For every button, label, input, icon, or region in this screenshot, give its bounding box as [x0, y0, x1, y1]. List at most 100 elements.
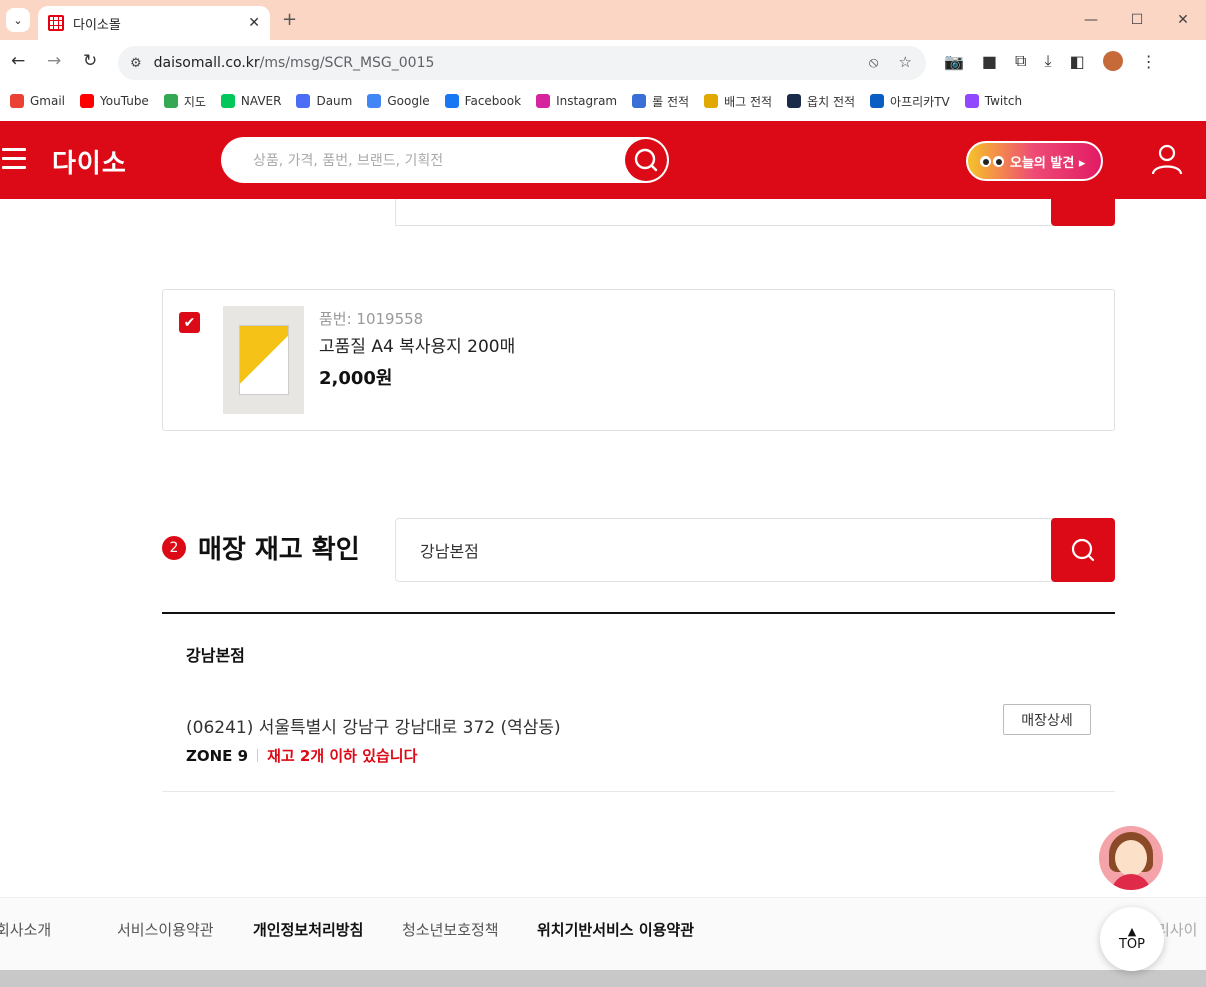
stock-section-heading: 매장 재고 확인 [198, 535, 360, 565]
bookmark-favicon-icon [10, 94, 24, 108]
bookmark-favicon-icon [787, 94, 802, 108]
store-search-value: 강남본점 [420, 542, 479, 561]
tab-close-icon[interactable]: ✕ [248, 15, 260, 31]
bookmark-item[interactable]: Facebook [444, 94, 522, 108]
bookmark-label: Facebook [464, 94, 522, 108]
bookmark-favicon-icon [367, 94, 382, 108]
bookmark-label: 아프리카TV [890, 94, 950, 109]
product-price: 2,000원 [319, 368, 393, 389]
bookmark-label: 배그 전적 [724, 94, 773, 109]
zone-separator [257, 749, 259, 762]
checkmark-icon: ✔ [183, 314, 196, 331]
bookmark-item[interactable]: 지도 [163, 93, 206, 110]
browser-tab-active[interactable]: 다이소몰 ✕ [38, 6, 270, 40]
store-search-button[interactable] [1051, 518, 1115, 582]
previous-search-button[interactable] [1051, 199, 1115, 226]
stock-section-title: 2 매장 재고 확인 [162, 529, 360, 566]
bookmark-favicon-icon [870, 94, 885, 108]
bookmark-label: Instagram [556, 94, 618, 108]
bookmark-item[interactable]: 옵치 전적 [787, 93, 855, 110]
site-header: 다이소 상품, 가격, 품번, 브랜드, 기획전 오늘의 발견 ▸ [0, 121, 1206, 199]
daiso-logo[interactable]: 다이소 [52, 143, 127, 180]
bookmark-label: 옵치 전적 [807, 94, 856, 109]
store-zone-stock: ZONE 9 재고 2개 이하 있습니다 [186, 745, 417, 766]
side-panel-icon[interactable]: ◧ [1070, 52, 1085, 71]
site-search-button[interactable] [625, 139, 667, 181]
store-search-input[interactable]: 강남본점 [395, 518, 1115, 582]
search-icon [634, 148, 658, 172]
bookmark-favicon-icon [220, 94, 235, 108]
more-menu-icon[interactable]: ⋮ [1141, 52, 1157, 71]
store-zone: ZONE 9 [186, 746, 249, 765]
extensions-puzzle-icon[interactable]: ⧉ [1015, 51, 1026, 71]
bookmark-favicon-icon [163, 94, 178, 108]
back-arrow-icon[interactable]: ← [11, 51, 25, 71]
bookmark-item[interactable]: 배그 전적 [704, 93, 772, 110]
product-name: 고품질 A4 복사용지 200매 [319, 337, 516, 357]
bookmark-label: Google [387, 94, 430, 108]
footer-link-location[interactable]: 위치기반서비스 이용약관 [537, 919, 694, 940]
footer-link-privacy[interactable]: 개인정보처리방침 [253, 919, 363, 940]
bookmark-favicon-icon [964, 94, 979, 108]
bookmark-item[interactable]: Google [367, 94, 430, 108]
footer-link-youth[interactable]: 청소년보호정책 [402, 919, 499, 940]
url-path: /ms/msg/SCR_MSG_0015 [259, 55, 435, 71]
user-account-icon[interactable] [1151, 143, 1183, 179]
bookmark-item[interactable]: YouTube [80, 94, 149, 108]
bookmark-item[interactable]: NAVER [220, 94, 282, 108]
bookmark-item[interactable]: Gmail [10, 94, 65, 108]
section-divider [162, 612, 1115, 614]
product-number: 품번: 1019558 [319, 310, 424, 328]
bookmark-favicon-icon [296, 94, 311, 108]
site-settings-icon[interactable]: ⚙ [130, 56, 142, 71]
bookmark-item[interactable]: 아프리카TV [870, 93, 950, 110]
site-search-input[interactable]: 상품, 가격, 품번, 브랜드, 기획전 [221, 137, 669, 183]
step-badge: 2 [162, 535, 186, 560]
bookmark-label: YouTube [100, 94, 149, 108]
bookmark-label: NAVER [240, 94, 282, 108]
browser-toolbar: ← → ↻ ⚙ daisomall.co.kr/ms/msg/SCR_MSG_0… [0, 40, 1206, 86]
bookmark-item[interactable]: Twitch [964, 94, 1023, 108]
scroll-top-button[interactable]: ▲ TOP [1100, 907, 1164, 971]
camera-icon[interactable]: 📷 [944, 52, 964, 71]
location-off-icon[interactable]: ⦸ [869, 53, 879, 71]
product-checkbox[interactable]: ✔ [179, 312, 200, 333]
bookmark-favicon-icon [704, 94, 719, 108]
tab-search-dropdown-button[interactable]: ⌄ [6, 8, 30, 32]
store-address: (06241) 서울특별시 강남구 강남대로 372 (역삼동) [186, 718, 561, 738]
daiso-favicon-icon [48, 15, 64, 31]
copy-paper-image [238, 325, 289, 395]
bookmark-item[interactable]: 롤 전적 [632, 93, 689, 110]
address-bar[interactable]: ⚙ daisomall.co.kr/ms/msg/SCR_MSG_0015 ⦸ … [118, 46, 926, 80]
chevron-down-icon: ⌄ [13, 13, 23, 27]
download-icon[interactable]: ⤓ [1044, 51, 1051, 71]
up-triangle-icon: ▲ [1127, 925, 1137, 938]
footer-link-company[interactable]: 회사소개 [0, 919, 51, 940]
reload-icon[interactable]: ↻ [83, 51, 97, 71]
today-discovery-button[interactable]: 오늘의 발견 ▸ [966, 141, 1103, 181]
bookmark-favicon-icon [444, 94, 459, 108]
chatbot-mascot-button[interactable] [1099, 826, 1163, 890]
forward-arrow-icon[interactable]: → [47, 51, 61, 71]
top-label: TOP [1118, 937, 1145, 952]
store-detail-button[interactable]: 매장상세 [1003, 704, 1091, 735]
new-tab-plus-icon[interactable]: + [282, 9, 297, 30]
profile-avatar[interactable] [1102, 51, 1123, 71]
hamburger-menu-icon[interactable] [2, 148, 26, 175]
bookmark-star-icon[interactable]: ☆ [899, 53, 912, 71]
eyes-icon [980, 155, 1004, 167]
bookmark-favicon-icon [536, 94, 551, 108]
footer-link-terms[interactable]: 서비스이용약관 [117, 919, 214, 940]
bookmark-item[interactable]: Instagram [536, 94, 617, 108]
bookmark-favicon-icon [80, 94, 95, 108]
extension-app-icon[interactable]: ■ [982, 52, 997, 71]
previous-search-input[interactable] [395, 199, 1115, 226]
window-close-icon[interactable]: ✕ [1160, 0, 1206, 40]
tab-title: 다이소몰 [73, 17, 121, 33]
url-host: daisomall.co.kr [153, 55, 260, 71]
maximize-icon[interactable]: ☐ [1114, 0, 1160, 40]
bookmark-item[interactable]: Daum [296, 94, 352, 108]
minimize-icon[interactable]: — [1068, 0, 1114, 40]
bookmark-label: 지도 [183, 94, 206, 109]
bookmark-label: Twitch [984, 94, 1023, 108]
